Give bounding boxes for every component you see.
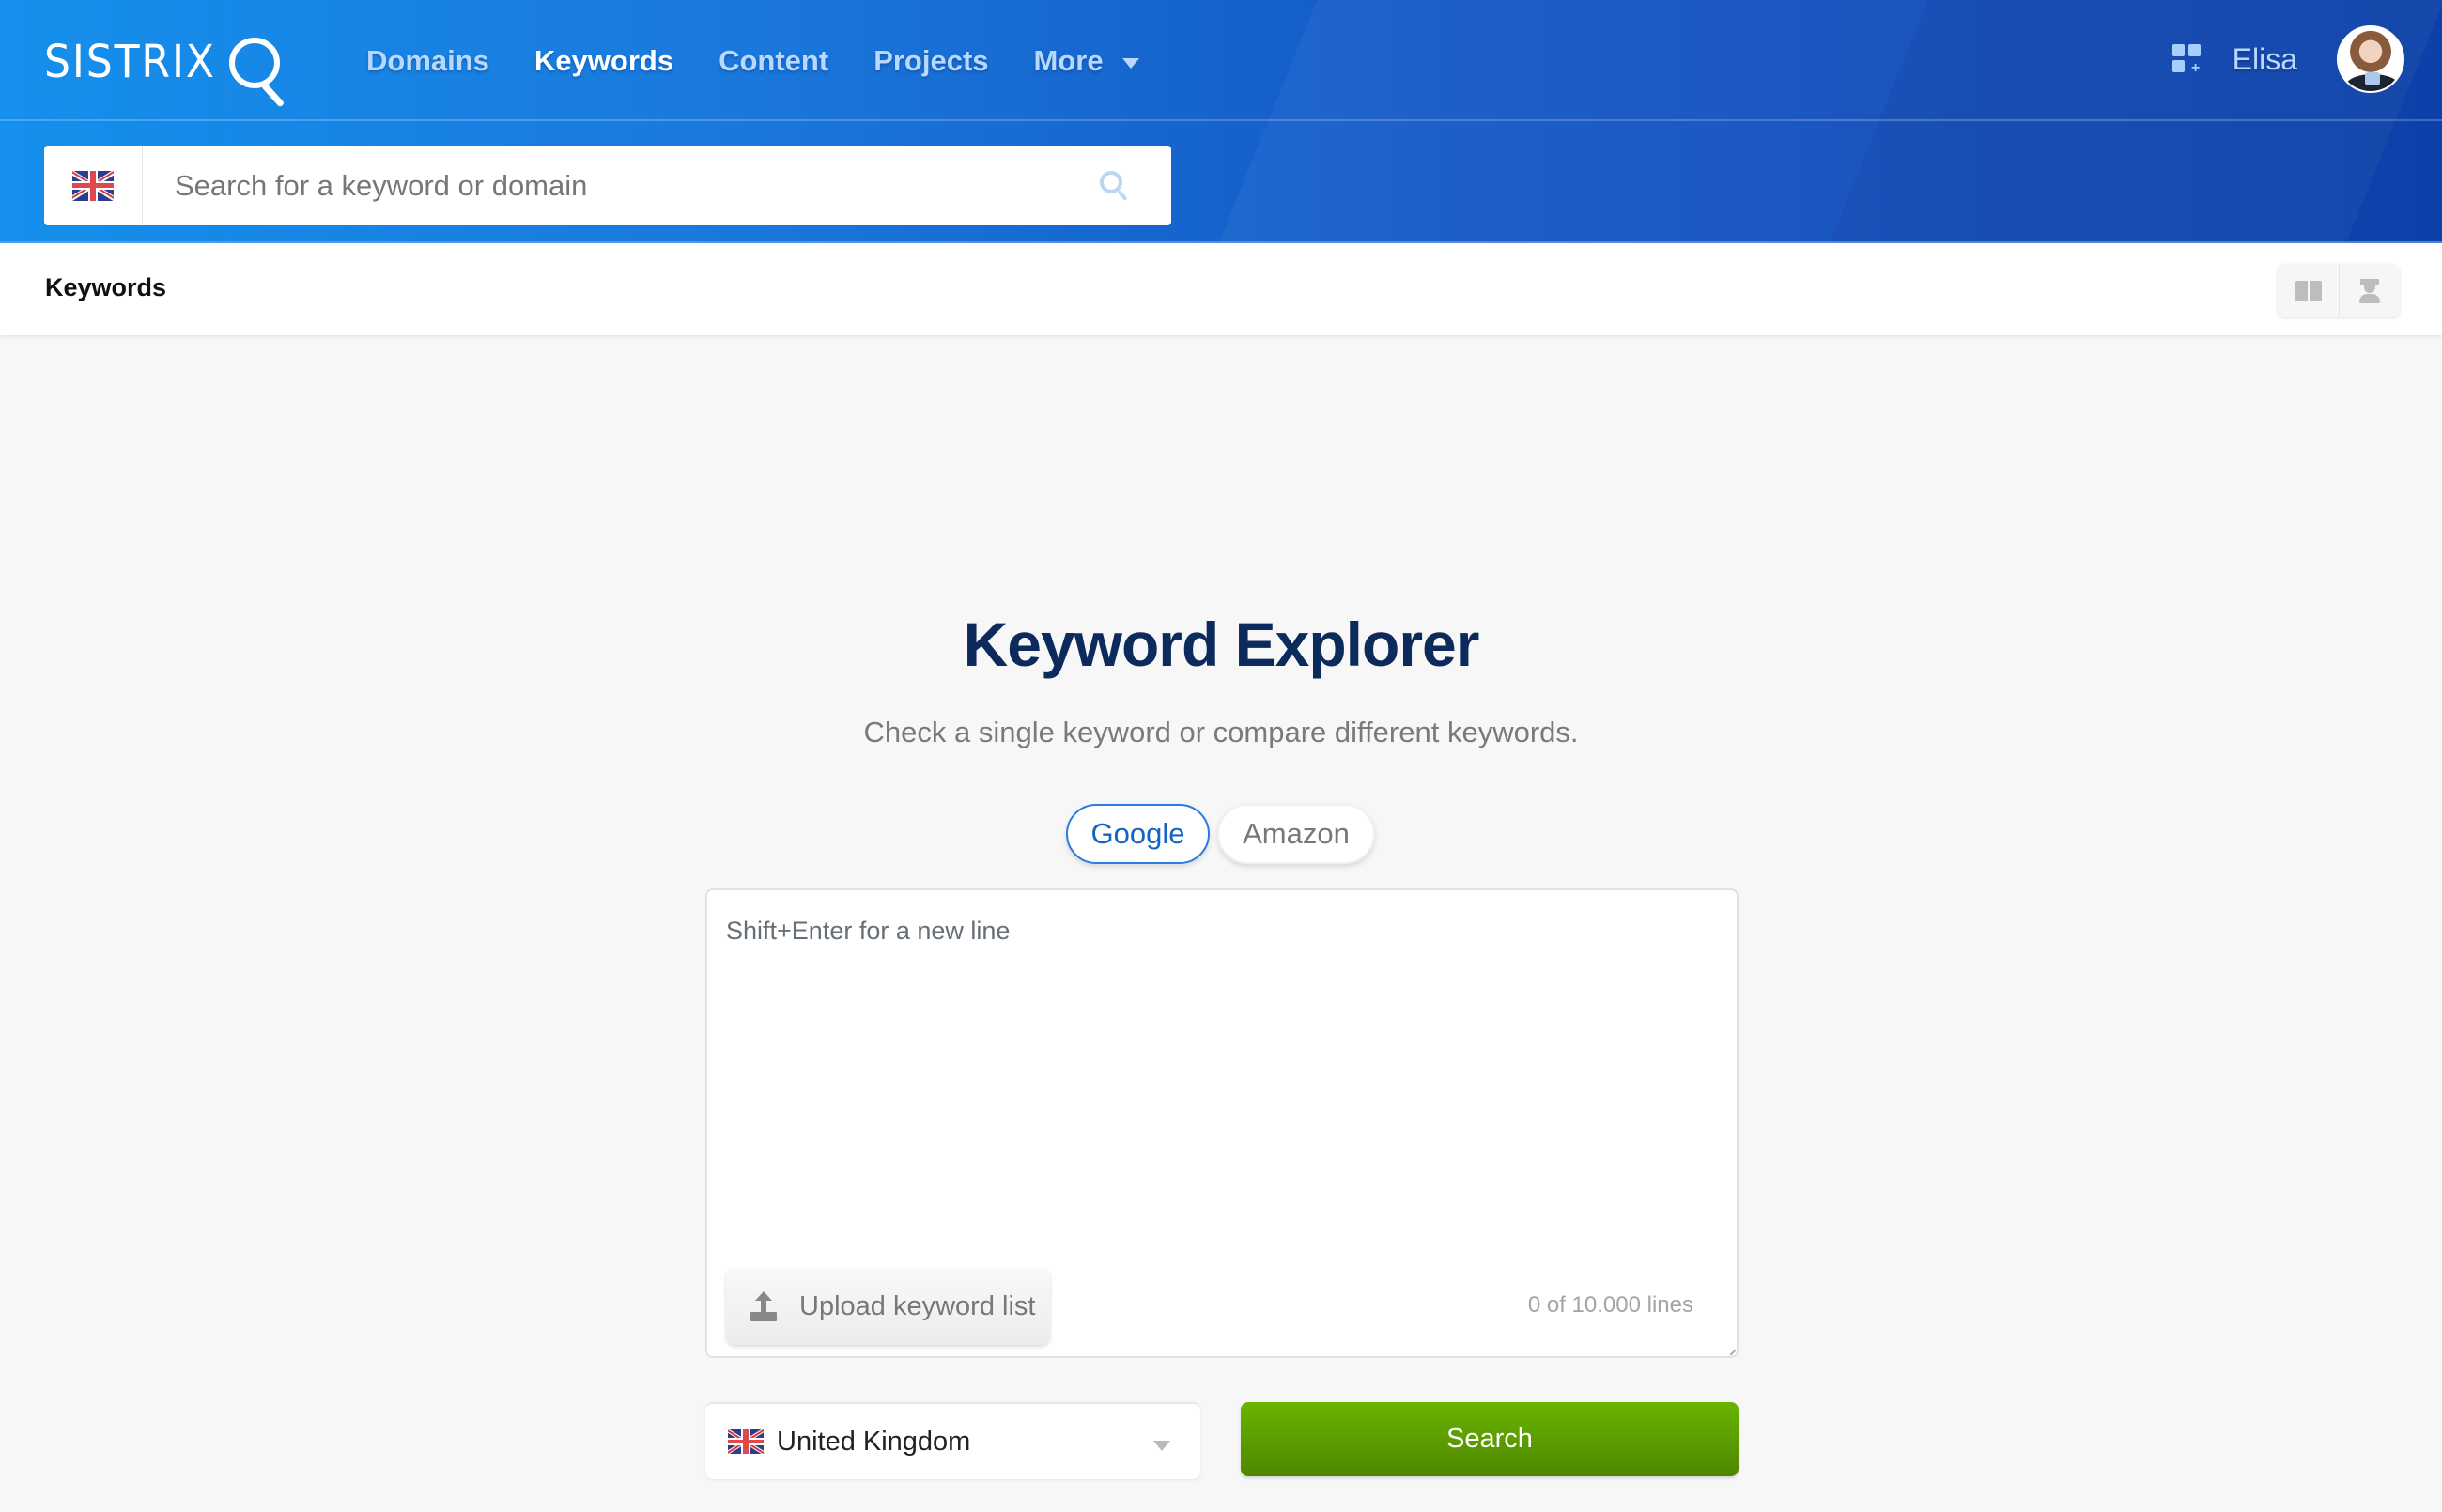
uk-flag-icon <box>728 1429 764 1454</box>
nav-content[interactable]: Content <box>719 38 828 85</box>
nav-keywords[interactable]: Keywords <box>534 38 673 85</box>
country-select[interactable]: United Kingdom <box>705 1402 1200 1479</box>
nav-more[interactable]: More <box>1034 38 1139 85</box>
main-nav: Domains Keywords Content Projects More <box>366 38 1184 85</box>
handbook-button[interactable] <box>2278 264 2339 317</box>
apps-add-icon[interactable]: + <box>2172 44 2202 76</box>
upload-icon <box>750 1291 779 1321</box>
user-name[interactable]: Elisa <box>2233 42 2297 77</box>
user-avatar[interactable] <box>2337 25 2404 93</box>
nav-label: Keywords <box>533 44 674 77</box>
header-divider <box>0 119 2442 121</box>
caret-down-icon <box>1121 57 1139 69</box>
book-icon <box>2295 280 2322 301</box>
nav-label: Content <box>719 44 829 77</box>
country-selected: United Kingdom <box>777 1426 971 1457</box>
resize-handle[interactable] <box>1725 1345 1737 1356</box>
search-button[interactable]: Search <box>1241 1402 1739 1476</box>
nav-domains[interactable]: Domains <box>366 38 489 85</box>
upload-keyword-list-button[interactable]: Upload keyword list <box>726 1268 1050 1345</box>
keyword-textarea[interactable] <box>726 917 1712 1198</box>
nav-label: Domains <box>366 44 489 77</box>
page-subtitle: Check a single keyword or compare differ… <box>863 716 1579 748</box>
chevron-down-icon <box>1153 1440 1170 1451</box>
keyword-input-panel: Upload keyword list 0 of 10.000 lines <box>705 888 1739 1358</box>
logo-magnifier-icon <box>225 36 291 108</box>
nav-projects[interactable]: Projects <box>873 38 988 85</box>
top-header: SISTRIX Domains Keywords Content Project… <box>0 0 2442 243</box>
breadcrumb-current: Keywords <box>45 273 167 301</box>
sistrix-logo[interactable]: SISTRIX <box>44 36 291 108</box>
help-button-group <box>2278 264 2400 317</box>
global-search-box <box>44 146 1171 225</box>
graduate-icon <box>2358 278 2381 303</box>
tab-google[interactable]: Google <box>1066 804 1210 864</box>
search-icon[interactable] <box>1087 158 1143 214</box>
nav-label: More <box>1033 44 1104 77</box>
page-title: Keyword Explorer <box>963 609 1480 679</box>
upload-label: Upload keyword list <box>799 1290 1036 1321</box>
nav-label: Projects <box>873 44 989 77</box>
user-area: + Elisa <box>2172 25 2404 93</box>
academy-button[interactable] <box>2339 264 2400 317</box>
country-flag-button[interactable] <box>44 146 143 225</box>
engine-tabs: Google Amazon <box>1066 804 1375 864</box>
tab-amazon[interactable]: Amazon <box>1217 804 1375 864</box>
uk-flag-icon <box>72 170 114 201</box>
global-search-input[interactable] <box>143 146 1087 225</box>
breadcrumb-bar: Keywords <box>0 243 2442 335</box>
logo-text: SISTRIX <box>44 36 216 88</box>
line-count: 0 of 10.000 lines <box>1527 1292 1693 1318</box>
